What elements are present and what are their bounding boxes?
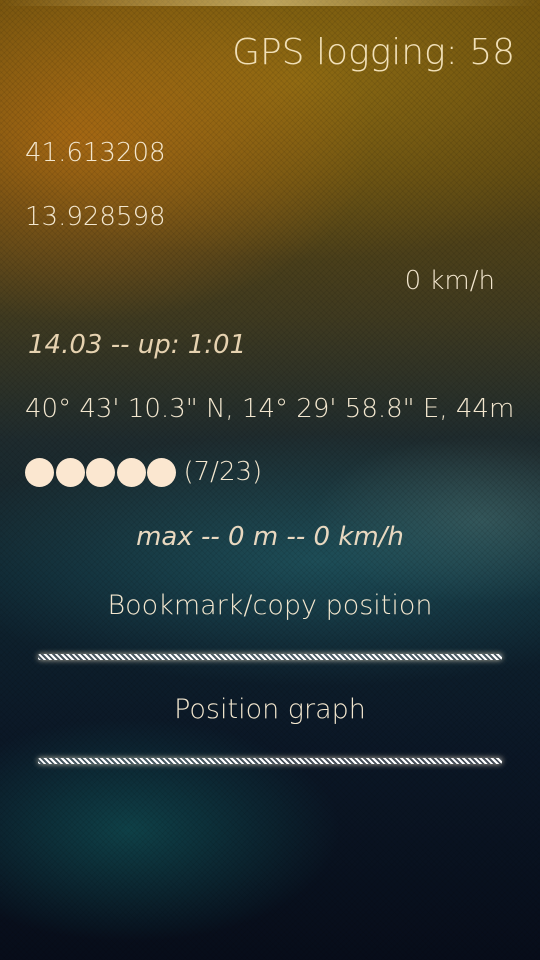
- page-title: GPS logging: 58: [232, 32, 515, 73]
- button-underline: [38, 654, 502, 660]
- satellite-dot-icon: [147, 457, 176, 487]
- top-glow: [0, 0, 540, 6]
- satellite-count: (7/23): [183, 457, 263, 487]
- position-graph-button[interactable]: Position graph: [38, 694, 502, 764]
- latitude-value: 41.613208: [25, 138, 166, 168]
- position-graph-label: Position graph: [174, 694, 366, 725]
- bookmark-button-label: Bookmark/copy position: [107, 590, 433, 621]
- satellite-dot-icon: [55, 457, 85, 487]
- speed-value: 0 km/h: [404, 266, 495, 296]
- satellite-dot-icon: [116, 457, 146, 487]
- satellite-status: (7/23): [25, 457, 262, 487]
- max-stats: max -- 0 m -- 0 km/h: [136, 522, 404, 552]
- button-underline: [38, 758, 502, 764]
- longitude-value: 13.928598: [25, 202, 166, 232]
- uptime-text: 14.03 -- up: 1:01: [28, 330, 247, 360]
- dms-coordinates: 40° 43' 10.3" N, 14° 29' 58.8" E, 44m: [25, 394, 515, 424]
- satellite-dot-icon: [25, 457, 54, 487]
- satellite-dot-icon: [86, 457, 115, 487]
- bookmark-copy-position-button[interactable]: Bookmark/copy position: [38, 590, 502, 660]
